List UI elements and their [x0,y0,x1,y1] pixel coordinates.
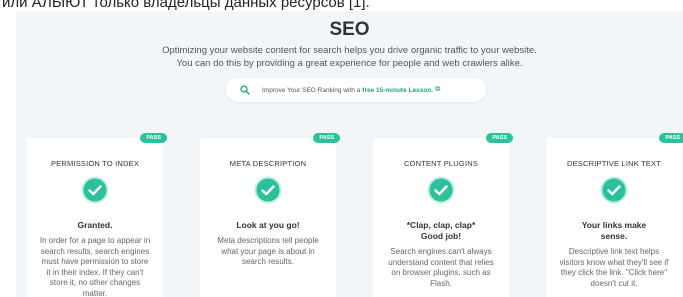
pass-badge: PASS [140,133,167,143]
card-body: Meta descriptions tell people what your … [217,236,319,266]
card-meta-description: PASS META DESCRIPTION Look at you go! Me… [200,133,340,297]
external-link-icon[interactable]: ⧉ [435,86,440,94]
pass-badge: PASS [313,133,340,143]
search-icon [240,85,250,95]
pass-badge: PASS [486,133,513,143]
pass-badge: PASS [659,133,683,143]
card-body: Descriptive link text helps visitors kno… [559,247,669,288]
card-permission-to-index: PASS PERMISSION TO INDEX Granted. In ord… [27,133,167,297]
card-title: DESCRIPTIVE LINK TEXT [566,159,662,168]
card-title: META DESCRIPTION [229,159,307,168]
card-headline: Granted. [77,220,113,230]
card-title: PERMISSION TO INDEX [50,159,140,168]
seo-description: Optimizing your website content for sear… [16,44,683,70]
seo-panel: SEO Optimizing your website content for … [16,11,683,297]
page-title: SEO [329,19,370,40]
card-descriptive-link-text: PASS DESCRIPTIVE LINK TEXT Your links ma… [546,133,683,297]
check-circle-icon [254,176,282,204]
check-circle-icon [600,176,628,204]
top-caption: или АЛЫЮТ только владельцы данных ресурс… [2,0,370,11]
card-headline: Look at you go! [236,220,300,230]
card-body: Search engines can't always understand c… [388,247,494,288]
description-line-1: Optimizing your website content for sear… [162,45,537,56]
lesson-link[interactable]: free 15-minute Lesson. [362,87,433,94]
card-content-plugins: PASS CONTENT PLUGINS *Clap, clap, clap* … [373,133,513,297]
check-circle-icon [81,176,109,204]
lesson-pill[interactable]: Improve Your SEO Ranking with a free 15-… [226,78,486,102]
card-title: CONTENT PLUGINS [403,159,479,168]
lesson-prefix: Improve Your SEO Ranking with a [262,86,361,94]
check-circle-icon [427,176,455,204]
card-headline: *Clap, clap, clap* Good job! [406,220,476,241]
description-line-2: You can do this by providing a great exp… [176,58,523,69]
card-body: In order for a page to appear in search … [39,236,151,297]
card-headline: Your links make sense. [581,220,647,241]
